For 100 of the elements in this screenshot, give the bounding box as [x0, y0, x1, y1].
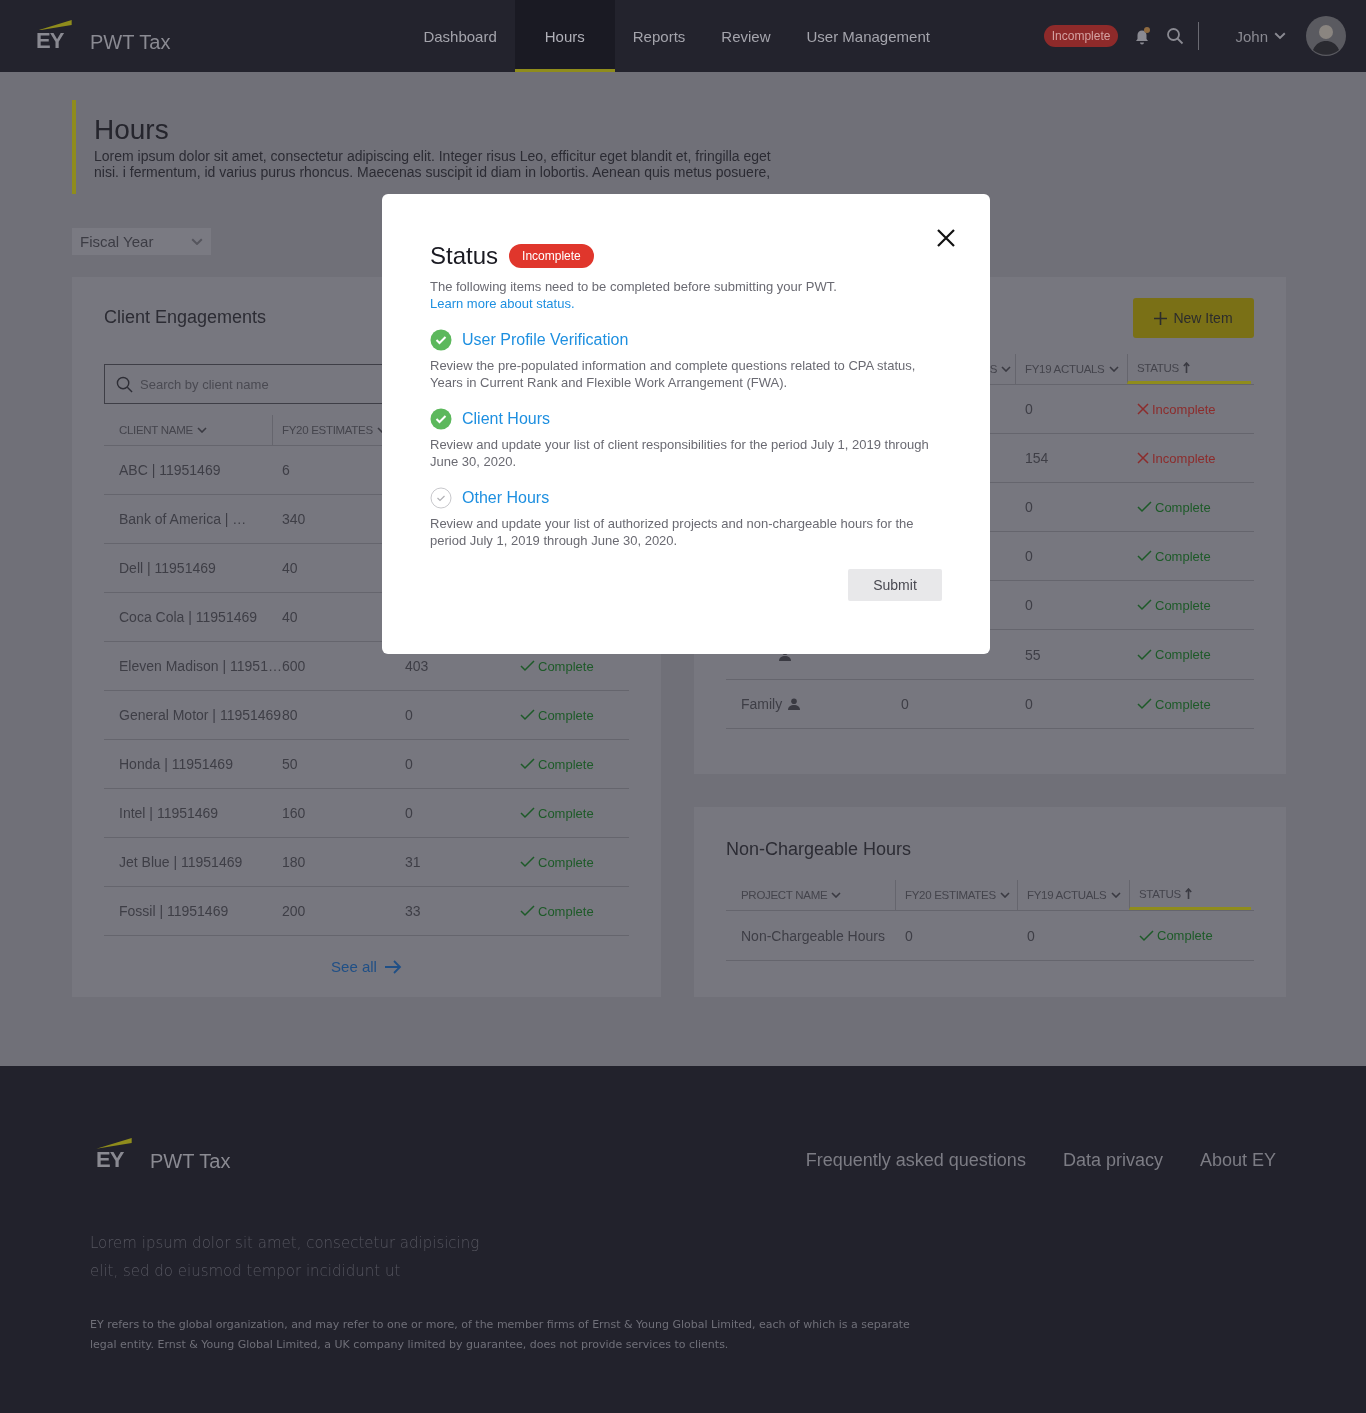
new-item-button[interactable]: New Item [1133, 298, 1254, 338]
table-cell: 0 [905, 927, 913, 944]
table-cell: 31 [405, 854, 421, 870]
status-label: Complete [1137, 499, 1211, 515]
chevron-down-icon [1274, 32, 1286, 40]
check-icon [520, 856, 535, 868]
table-cell: 0 [1025, 401, 1033, 417]
table-cell: 0 [1025, 696, 1033, 712]
arrow-up-icon [1182, 362, 1190, 373]
table-cell: 403 [405, 658, 429, 674]
check-icon [1137, 648, 1152, 661]
logo-text: EY [36, 30, 64, 53]
status-label: Complete [1137, 548, 1211, 564]
table-cell: 160 [282, 805, 306, 821]
dialog-intro: The following items need to be completed before submitting your PWT. Learn more about status. [430, 278, 838, 312]
check-icon [520, 758, 535, 770]
see-all-link[interactable]: See all [331, 958, 402, 975]
table-cell: 0 [901, 696, 909, 712]
status-label: Complete [1137, 696, 1211, 712]
table-cell: 0 [1025, 499, 1033, 515]
status-label: Incomplete [1137, 450, 1216, 466]
table-cell: 0 [1025, 597, 1033, 613]
chevron-down-icon [196, 427, 207, 433]
nav-tab[interactable]: User Management [788, 0, 948, 72]
nav-tab[interactable]: Reports [614, 0, 704, 72]
table-cell: Eleven Madison | 11951… [119, 658, 282, 674]
cross-icon [1137, 403, 1149, 415]
status-badge[interactable]: Incomplete [1043, 25, 1119, 47]
check-icon [520, 905, 535, 917]
table-cell: 600 [282, 658, 306, 674]
status-label: Complete [520, 658, 594, 674]
avatar[interactable] [1306, 16, 1346, 56]
item-description: Review and update your list of authorized projects and non-chargeable hours for the period July 1, 2019 through June 30, 2020. [430, 515, 915, 549]
search-icon [116, 376, 133, 393]
table-cell: 0 [405, 756, 413, 772]
table-cell: 40 [282, 560, 298, 576]
chevron-down-icon [1108, 366, 1119, 372]
table-cell: General Motor | 11951469 [119, 707, 282, 723]
card-title: Client Engagements [104, 307, 268, 328]
footer-link[interactable]: Frequently asked questions [805, 1149, 1026, 1171]
status-label: Complete [1137, 647, 1211, 662]
chevron-down-icon [999, 892, 1010, 898]
status-label: Complete [520, 903, 594, 919]
table-cell: Non-Chargeable Hours [741, 927, 885, 944]
check-icon [520, 807, 535, 819]
close-icon[interactable] [936, 228, 956, 248]
footer-link[interactable]: Data privacy [1062, 1149, 1163, 1171]
arrow-up-icon [1184, 888, 1192, 899]
status-label: Complete [520, 756, 594, 772]
item-link[interactable]: Other Hours [462, 489, 550, 507]
nav-tab[interactable]: Hours [514, 0, 615, 72]
table-cell: 0 [1025, 548, 1033, 564]
chevron-down-icon [1110, 892, 1121, 898]
check-icon [1137, 501, 1152, 513]
page-title: Hours [94, 114, 170, 146]
table-cell: 50 [282, 756, 298, 772]
fiscal-year-select[interactable]: Fiscal Year [72, 228, 211, 255]
dialog-title: Status [430, 242, 499, 270]
check-icon [1139, 929, 1154, 942]
learn-more-link[interactable]: Learn more about status. [430, 296, 575, 311]
page-description: Lorem ipsum dolor sit amet, consectetur adipiscing elit. Integer risus Leo, efficitur eget blandit et, fringilla eget nisi. i fermentum, id varius purus rhoncus. Maecenas suscipit id diam in lobortis. Aenean quis metus posuere, [94, 148, 772, 180]
table-cell: 200 [282, 903, 306, 919]
check-icon [520, 660, 535, 672]
table-cell: Family [741, 696, 783, 712]
item-description: Review and update your list of client responsibilities for the period July 1, 2019 through June 30, 2020. [430, 436, 930, 470]
chevron-down-icon [831, 892, 842, 898]
table-cell: 0 [405, 805, 413, 821]
submit-button[interactable]: Submit [848, 569, 942, 601]
check-icon [1137, 550, 1152, 562]
check-icon [1137, 698, 1152, 710]
table-cell: 40 [282, 609, 298, 625]
table-cell: 154 [1025, 450, 1049, 466]
logo-beam-icon [96, 1138, 132, 1149]
status-badge: Incomplete [509, 244, 594, 268]
chevron-down-icon [191, 237, 203, 246]
table-cell: ABC | 11951469 [119, 462, 221, 478]
table-cell: Coca Cola | 11951469 [119, 609, 258, 625]
status-label: Complete [520, 707, 594, 723]
table-cell: 0 [1027, 927, 1035, 944]
check-icon [1137, 599, 1152, 611]
table-cell: Dell | 11951469 [119, 560, 216, 576]
nav-tab[interactable]: Dashboard [405, 0, 515, 72]
table-cell: 340 [282, 511, 306, 527]
chevron-down-icon [1001, 366, 1011, 372]
nav-tab[interactable]: Review [703, 0, 789, 72]
table-cell: 0 [405, 707, 413, 723]
plus-icon [1154, 311, 1168, 325]
search-icon[interactable] [1166, 27, 1185, 45]
status-label: Complete [520, 805, 594, 821]
table-cell: 33 [405, 903, 421, 919]
table-cell: Honda | 11951469 [119, 756, 233, 772]
item-link[interactable]: Client Hours [462, 410, 551, 428]
user-menu[interactable]: John [1229, 26, 1292, 46]
table-cell: 80 [282, 707, 298, 723]
item-link[interactable]: User Profile Verification [462, 331, 629, 349]
table-cell: Intel | 11951469 [119, 805, 219, 821]
table-cell: Bank of America | … [119, 511, 247, 527]
table-cell: 6 [282, 462, 290, 478]
check-icon [520, 709, 535, 721]
footer-link[interactable]: About EY [1199, 1149, 1276, 1171]
